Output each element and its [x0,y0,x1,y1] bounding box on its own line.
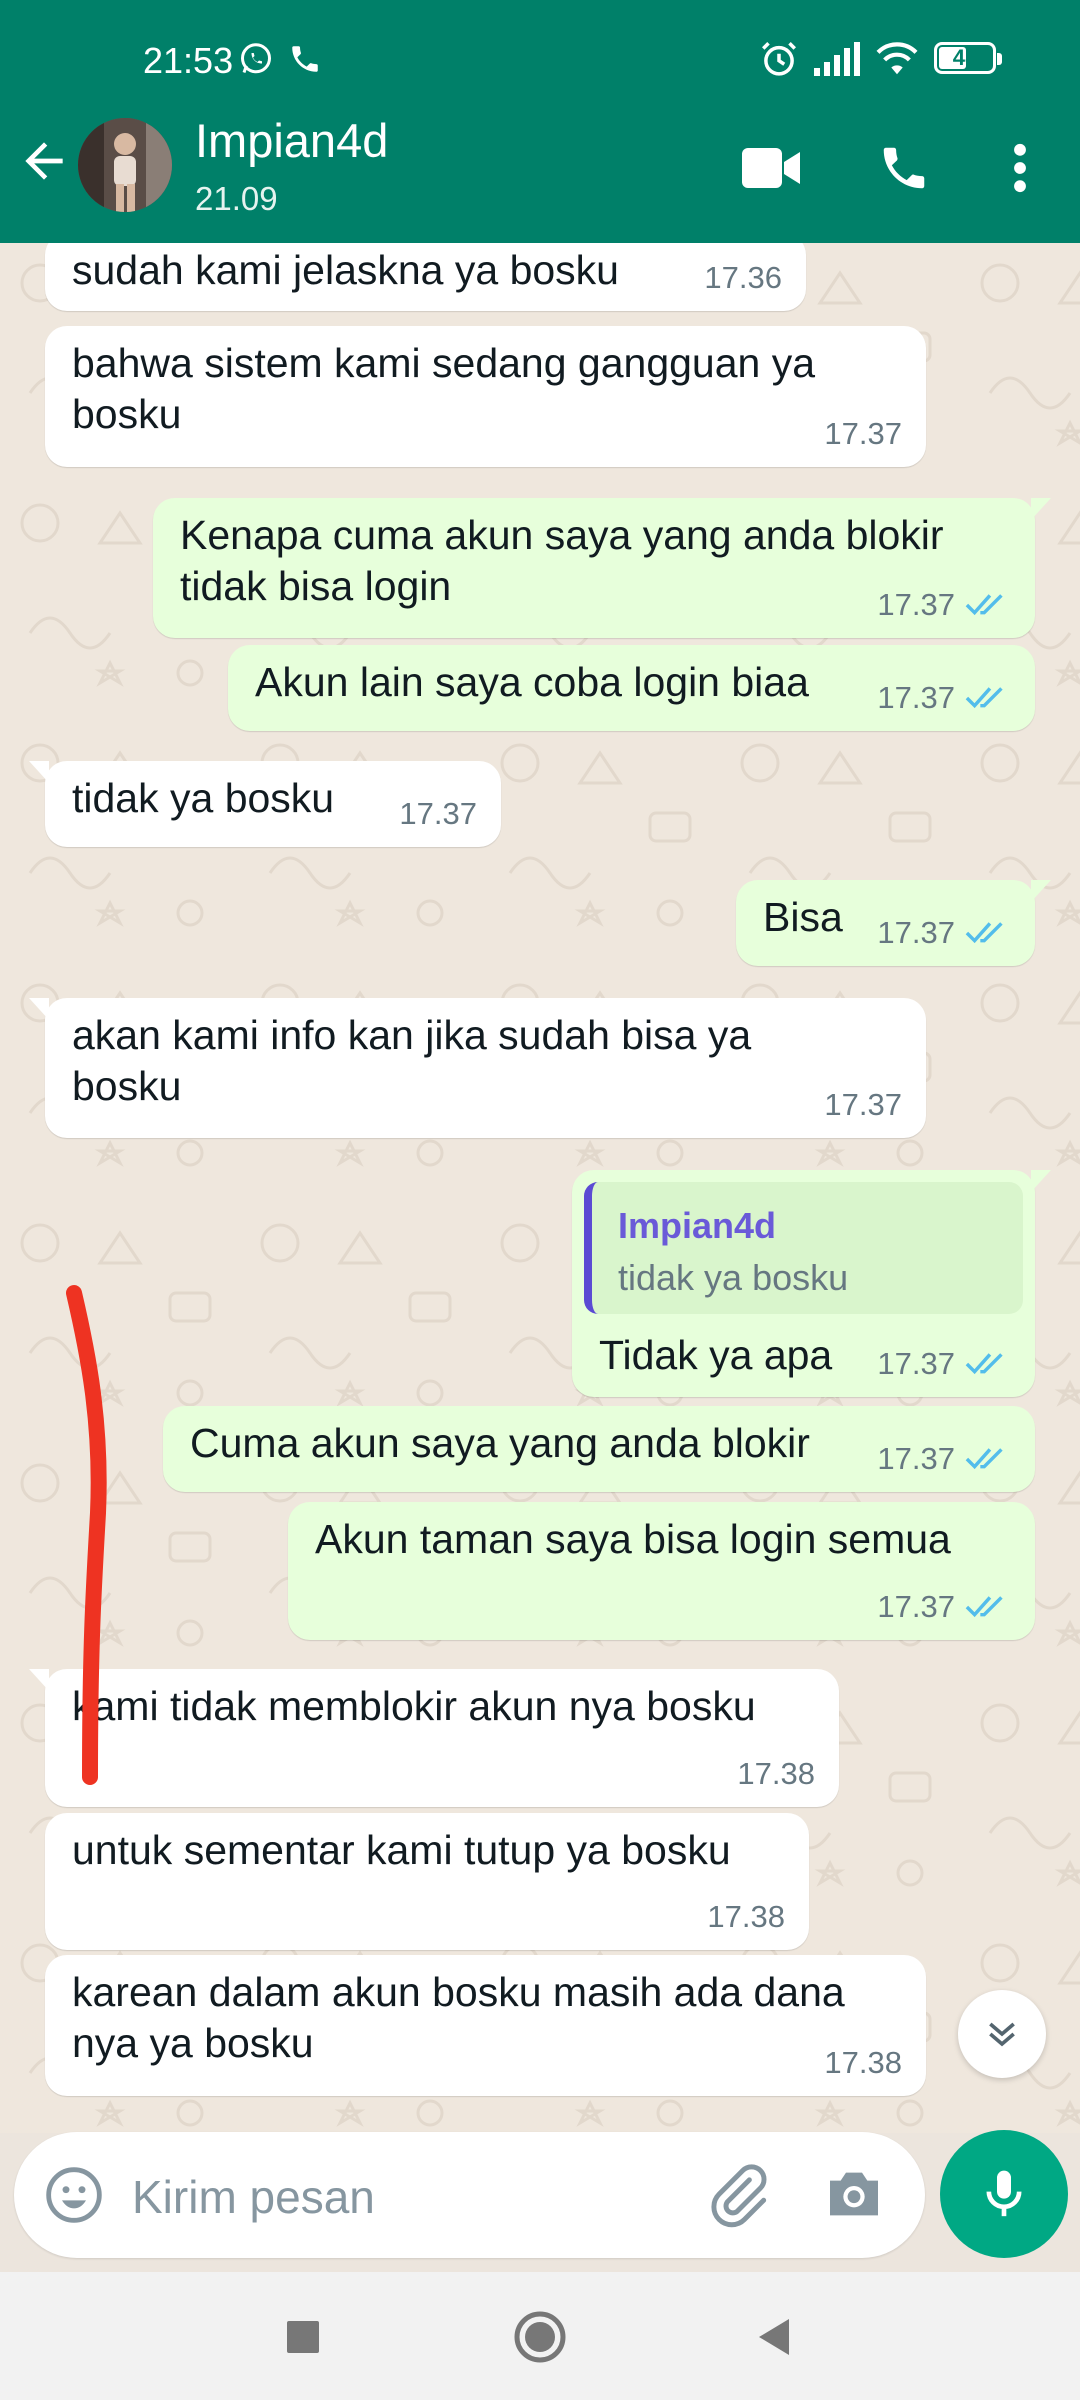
message-meta: 17.37 [877,1338,1011,1389]
contact-name[interactable]: Impian4d [195,113,388,168]
message-meta: 17.37 [877,672,1011,723]
message-time: 17.38 [707,1899,785,1934]
contact-status: 21.09 [195,180,278,217]
camera-icon[interactable] [822,2162,886,2226]
message-outgoing[interactable]: Kenapa cuma akun saya yang anda blokir t… [153,498,1051,638]
message-incoming[interactable]: tidak ya bosku 17.37 [29,761,501,847]
message-time: 17.37 [877,680,955,715]
message-time: 17.37 [877,1589,955,1624]
message-text: kami tidak memblokir akun nya bosku [72,1683,756,1729]
message-incoming[interactable]: untuk sementar kami tutup ya bosku 17.38 [45,1813,809,1950]
message-meta: 17.38 [737,1748,815,1799]
emoji-icon[interactable] [42,2163,106,2227]
message-outgoing[interactable]: Akun taman saya bisa login semua 17.37 [288,1502,1035,1640]
message-meta: 17.37 [399,788,477,839]
battery-icon: 48 [934,42,1002,74]
message-time: 17.37 [824,1087,902,1122]
message-meta: 17.37 [877,579,1011,630]
message-meta: 17.38 [707,1891,785,1942]
more-vert-icon [1014,143,1026,193]
voice-call-button[interactable] [872,136,936,200]
app-header: 21:53 48 Impian4d 21.09 [0,0,1080,243]
message-outgoing[interactable]: Bisa 17.37 [736,880,1051,966]
chat-area[interactable]: sudah kami jelaskna ya bosku 17.36 bahwa… [0,243,1080,2133]
message-time: 17.37 [877,1441,955,1476]
battery-level: 48 [952,45,978,70]
message-text: Akun taman saya bisa login semua [315,1516,951,1562]
message-meta: 17.37 [877,1433,1011,1484]
alarm-icon [762,42,796,76]
message-meta: 17.38 [824,2037,902,2088]
red-annotation-stroke [66,1285,107,1785]
more-options-button[interactable] [988,136,1052,200]
message-incoming[interactable]: bahwa sistem kami sedang gangguan ya bos… [45,326,926,467]
chevron-double-down-icon [989,2022,1015,2047]
recents-square-icon [287,2321,319,2353]
message-meta: 17.37 [877,907,1011,958]
home-circle-icon [514,2311,566,2363]
voice-message-button[interactable] [940,2130,1068,2258]
read-ticks-icon [965,1447,1003,1469]
message-time: 17.37 [399,796,477,831]
quoted-message[interactable]: Impian4d tidak ya bosku [584,1182,1023,1314]
quoted-sender: Impian4d [618,1205,777,1246]
message-time: 17.37 [824,416,902,451]
wifi-icon [876,42,918,75]
back-arrow-icon[interactable] [16,133,72,189]
attach-icon[interactable] [704,2162,770,2228]
message-incoming[interactable]: sudah kami jelaskna ya bosku 17.36 [45,243,806,311]
message-outgoing[interactable]: Akun lain saya coba login biaa 17.37 [228,645,1035,731]
message-incoming[interactable]: karean dalam akun bosku masih ada dana n… [45,1955,926,2096]
back-triangle-icon [759,2319,789,2355]
message-text: sudah kami jelaskna ya bosku [72,247,619,293]
signal-icon [814,42,860,76]
status-bar: 21:53 48 [0,38,1080,86]
whatsapp-icon [241,43,271,74]
video-call-button[interactable] [740,136,804,200]
recents-button[interactable] [268,2302,338,2372]
avatar-photo [78,118,172,212]
voice-call-icon [883,147,925,189]
message-meta: 17.37 [877,1581,1011,1632]
status-time: 21:53 [143,40,234,81]
message-text: untuk sementar kami tutup ya bosku [72,1827,731,1873]
message-text: karean dalam akun bosku masih ada dana n… [72,1969,845,2066]
mic-icon [986,2170,1022,2217]
message-composer: Kirim pesan [14,2132,925,2258]
message-meta: 17.37 [824,1079,902,1130]
message-text: bahwa sistem kami sedang gangguan ya bos… [72,340,816,437]
message-incoming[interactable]: akan kami info kan jika sudah bisa ya bo… [29,998,926,1138]
message-time: 17.38 [737,1756,815,1791]
back-button[interactable] [740,2302,810,2372]
avatar[interactable] [78,118,172,212]
message-outgoing[interactable]: Cuma akun saya yang anda blokir 17.37 [163,1406,1035,1492]
message-meta: 17.37 [824,408,902,459]
message-text: akan kami info kan jika sudah bisa ya bo… [72,1012,752,1109]
read-ticks-icon [965,921,1003,943]
message-time: 17.36 [704,260,782,295]
message-incoming[interactable]: kami tidak memblokir akun nya bosku 17.3… [29,1669,839,1807]
system-navigation-bar [0,2272,1080,2400]
read-ticks-icon [965,686,1003,708]
read-ticks-icon [965,593,1003,615]
read-ticks-icon [965,1595,1003,1617]
phone-icon [292,46,318,72]
message-time: 17.37 [877,915,955,950]
message-time: 17.38 [824,2045,902,2080]
message-time: 17.37 [877,1346,955,1381]
quoted-text: tidak ya bosku [618,1257,849,1298]
video-call-icon [742,148,800,188]
message-meta: 17.36 [704,252,782,303]
home-button[interactable] [505,2302,575,2372]
read-ticks-icon [965,1352,1003,1374]
scroll-to-bottom-button[interactable] [958,1990,1046,2078]
message-time: 17.37 [877,587,955,622]
message-input[interactable]: Kirim pesan [132,2170,375,2224]
message-outgoing-reply[interactable]: Impian4d tidak ya bosku Tidak ya apa 17.… [572,1170,1051,1397]
